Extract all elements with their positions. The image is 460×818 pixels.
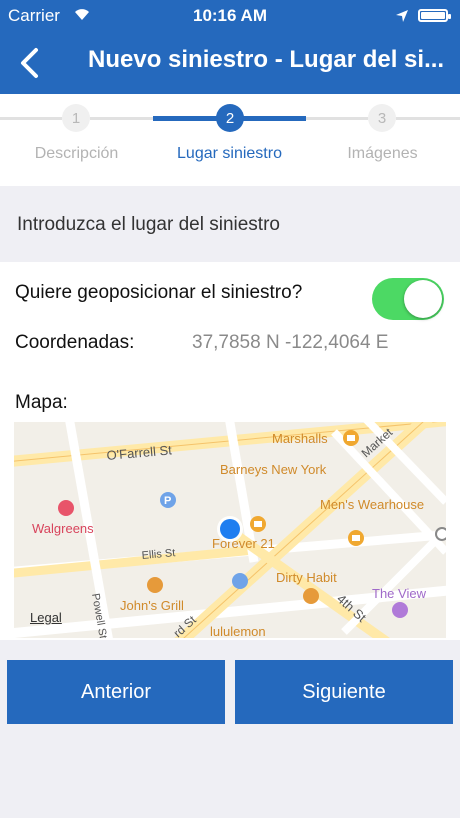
page-title: Nuevo siniestro - Lugar del si... xyxy=(88,46,445,73)
step-connector xyxy=(0,117,62,120)
bar-icon xyxy=(392,602,408,618)
restaurant-icon xyxy=(303,588,319,604)
map-view[interactable]: O'Farrell St Ellis St Powell St Market 4… xyxy=(14,422,446,638)
geoposition-label: Quiere geoposicionar el siniestro? xyxy=(15,282,303,303)
street-label: O'Farrell St xyxy=(106,442,173,463)
store-icon-glyph xyxy=(254,521,262,527)
section-title: Introduzca el lugar del siniestro xyxy=(17,214,280,235)
back-button[interactable] xyxy=(0,32,58,94)
location-arrow-icon xyxy=(395,8,409,28)
store-icon-glyph xyxy=(347,435,355,441)
step-2-indicator: 2 xyxy=(216,104,244,132)
map-legal-link[interactable]: Legal xyxy=(30,610,62,625)
status-bar: Carrier 10:16 AM xyxy=(0,0,460,32)
transit-icon xyxy=(232,573,248,589)
coordinates-label: Coordenadas: xyxy=(15,332,135,353)
coordinates-value: 37,7858 N -122,4064 E xyxy=(192,332,389,353)
geoposition-toggle[interactable] xyxy=(372,278,444,320)
chevron-left-icon xyxy=(21,48,38,78)
progress-stepper: 1 2 3 Descripción Lugar siniestro Imágen… xyxy=(0,94,460,186)
toggle-knob xyxy=(404,280,442,318)
step-connector xyxy=(90,117,153,120)
place-label: Men's Wearhouse xyxy=(320,497,424,512)
map-label: Mapa: xyxy=(15,392,68,413)
clock: 10:16 AM xyxy=(192,6,267,25)
battery-icon xyxy=(418,9,451,22)
parking-icon-label: P xyxy=(164,495,171,507)
place-label: Walgreens xyxy=(32,521,94,536)
step-3-label: Imágenes xyxy=(347,145,418,162)
location-form: Quiere geoposicionar el siniestro? Coord… xyxy=(0,262,460,640)
place-label: Marshalls xyxy=(272,431,328,446)
previous-button[interactable]: Anterior xyxy=(7,660,225,724)
place-label: Barneys New York xyxy=(220,462,327,477)
section-header: Introduzca el lugar del siniestro xyxy=(0,186,460,262)
button-bar: Anterior Siguiente xyxy=(0,640,460,732)
step-1-indicator: 1 xyxy=(62,104,90,132)
step-3-indicator: 3 xyxy=(368,104,396,132)
user-location-dot xyxy=(220,519,240,539)
step-connector xyxy=(306,117,368,120)
step-connector xyxy=(396,117,460,120)
store-icon-glyph xyxy=(352,535,360,541)
step-2-label: Lugar siniestro xyxy=(177,145,282,162)
restaurant-icon xyxy=(147,577,163,593)
place-label: Dirty Habit xyxy=(276,570,337,585)
navigation-bar: Nuevo siniestro - Lugar del si... xyxy=(0,32,460,94)
place-label: lululemon xyxy=(210,624,266,638)
step-1-label: Descripción xyxy=(34,145,119,162)
next-button[interactable]: Siguiente xyxy=(235,660,453,724)
place-label: The View xyxy=(372,586,427,601)
pharmacy-icon xyxy=(58,500,74,516)
place-label: John's Grill xyxy=(120,598,184,613)
